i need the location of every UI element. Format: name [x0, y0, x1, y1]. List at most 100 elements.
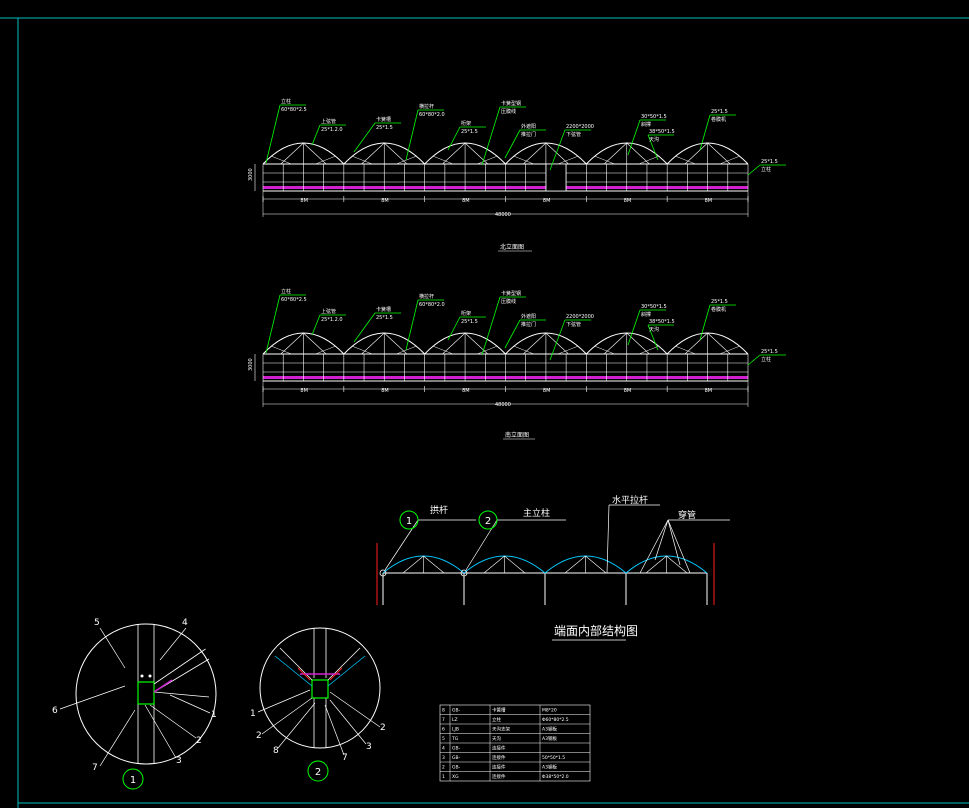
section-marker-2: 2: [485, 516, 491, 527]
elev2-callout-name: 30*50*1.5: [641, 304, 667, 310]
detail2-connector-box: [311, 679, 329, 699]
elev2-callout-spec: 推拉门: [521, 321, 536, 328]
section-arch-strut: [483, 555, 505, 574]
elev1-callout-spec: 60*80*2.5: [281, 107, 307, 113]
detail-2-part-7: 7: [342, 753, 348, 763]
elev1-callout-name: 38*50*1.5: [649, 129, 675, 135]
section-label-horizontal-tie: 水平拉杆: [612, 494, 648, 506]
detail-2-part-3: 3: [366, 742, 372, 752]
elev2-bay-dim: 8M: [705, 388, 713, 394]
elev1-callout-name: 桁架: [461, 120, 471, 127]
elev1-bay-dim: 8M: [462, 198, 470, 204]
parts-table-cell: 连接件: [492, 754, 506, 761]
elev1-total-dim: 48000: [495, 212, 511, 218]
parts-table-cell: A3钢板: [542, 726, 557, 733]
parts-table-cell: 天沟: [492, 735, 501, 742]
detail1-boundary: [75, 623, 217, 765]
elev2-leader-line: [311, 314, 321, 336]
parts-table-cell: 50*50*1.5: [542, 755, 565, 761]
elev1-truss-member: [707, 142, 731, 165]
elev2-callout-name: 桁架: [461, 310, 471, 317]
elev2-callout-spec: 60*80*2.0: [419, 302, 445, 308]
detail2-boundary: [259, 627, 381, 749]
section-leader-line: [667, 519, 681, 566]
elev1-callout-name: 2200*2000: [566, 124, 594, 130]
elev2-callout-spec: 压膜线: [501, 298, 516, 305]
detail1-brace: [153, 648, 206, 685]
elev2-callout-name: 外遮阳: [521, 313, 536, 320]
detail-1-drawing: [59, 623, 217, 767]
parts-table-cell: Φ38*50*2.0: [542, 774, 569, 780]
elev2-callout-spec: 斜撑: [641, 311, 651, 318]
detail-2-marker: 2: [315, 767, 321, 778]
elev1-bay-dim: 8M: [705, 198, 713, 204]
elev1-bay-dim: 8M: [300, 198, 308, 204]
section-leader-line: [654, 519, 669, 561]
elev2-callout-spec: 天沟: [649, 326, 659, 333]
detail-1-part-4: 4: [182, 618, 188, 628]
elev2-height-dim: 3000: [248, 358, 254, 371]
elev2-callout-spec: 下弦管: [566, 321, 581, 328]
elev2-bay-dim: 8M: [462, 388, 470, 394]
elev1-callout-name: 25*1.5: [711, 109, 728, 115]
parts-table-cell: GB-: [452, 708, 461, 714]
section-leader-line: [606, 504, 610, 574]
detail-1-part-7: 7: [92, 763, 98, 773]
elevation-1: 3000 8M 8M 8M 8M 8M 8M 48000 立柱 60*80*2.5 上弦管 25*1.…: [248, 98, 786, 218]
detail-2-part-2b: 2: [380, 723, 386, 733]
section-arch-strut: [423, 555, 445, 574]
section-title: 端面内部结构图: [554, 623, 638, 638]
elev1-callout-spec: 压膜线: [501, 108, 516, 115]
cad-drawing: 3000 8M 8M 8M 8M 8M 8M 48000 立柱 60*80*2.5 上弦管 25*1.…: [0, 17, 969, 808]
elev2-leader-line: [447, 316, 461, 341]
elev1-callout-spec: 斜撑: [641, 121, 651, 128]
elev1-callout-spec: 25*1.5: [376, 125, 393, 131]
elev2-callout-name: 立柱: [281, 288, 291, 295]
parts-table-cell: 卡簧槽: [492, 707, 506, 714]
detail-2-part-8: 8: [273, 746, 279, 756]
elev1-truss-member: [603, 142, 627, 165]
parts-table-cell: 立柱: [492, 716, 501, 723]
elev2-callout-spec: 25*1.2.0: [321, 317, 343, 323]
elev2-callout-spec: 立柱: [761, 356, 771, 363]
elev1-callout-spec: 推拉门: [521, 131, 536, 138]
elev2-truss-member: [384, 332, 408, 355]
detail1-bolt: [140, 674, 144, 678]
parts-table-cell: Φ60*80*2.5: [542, 717, 569, 723]
elev2-truss-member: [464, 332, 488, 355]
elev2-callout-name: 25*1.5: [761, 349, 778, 355]
parts-table-cell: A3钢板: [542, 764, 557, 771]
elev2-callout-spec: 25*1.5: [461, 319, 478, 325]
elev2-callout-name: 卡簧型钢: [501, 290, 521, 297]
elev1-callout-spec: 60*80*2.0: [419, 112, 445, 118]
elev2-callout-name: 25*1.5: [711, 299, 728, 305]
elev1-truss-member: [361, 142, 385, 165]
parts-table-cell: GB-: [452, 765, 461, 771]
detail-2-part-2a: 2: [256, 731, 262, 741]
detail-1-part-3: 3: [176, 756, 182, 766]
parts-table-cell: 7: [442, 717, 445, 723]
detail1-connector-box: [137, 681, 155, 705]
elev2-bay-dim: 8M: [381, 388, 389, 394]
detail-2-part-1: 1: [250, 709, 256, 719]
elevation-2: 3000 8M 8M 8M 8M 8M 8M 48000 立柱 60*80*2.5 上弦管 25*1.…: [248, 288, 786, 408]
elev1-callout-spec: 25*1.5: [461, 129, 478, 135]
parts-table-cell: LJB: [452, 727, 459, 733]
elev1-bay-dim: 8M: [381, 198, 389, 204]
parts-table-cell: 连接件: [492, 773, 506, 780]
elev1-truss-member: [384, 142, 408, 165]
elev1-bay-dim: 8M: [543, 198, 551, 204]
detail1-leader-line: [169, 694, 211, 714]
elev1-callout-spec: 卷膜机: [711, 116, 726, 123]
elev1-truss-member: [523, 142, 547, 165]
elev2-callout-name: 上弦管: [321, 308, 336, 315]
section-marker-1: 1: [406, 516, 412, 527]
elev1-truss-member: [464, 142, 488, 165]
detail2-leader-line: [329, 699, 367, 745]
elev1-height-dim: 3000: [248, 168, 254, 181]
elev2-bay-dim: 8M: [624, 388, 632, 394]
elev2-callout-spec: 25*1.5: [376, 315, 393, 321]
parts-table-cell: 4: [442, 746, 445, 752]
detail-1-marker: 1: [130, 775, 136, 786]
elevation-1-title: 北立面图: [500, 243, 524, 251]
